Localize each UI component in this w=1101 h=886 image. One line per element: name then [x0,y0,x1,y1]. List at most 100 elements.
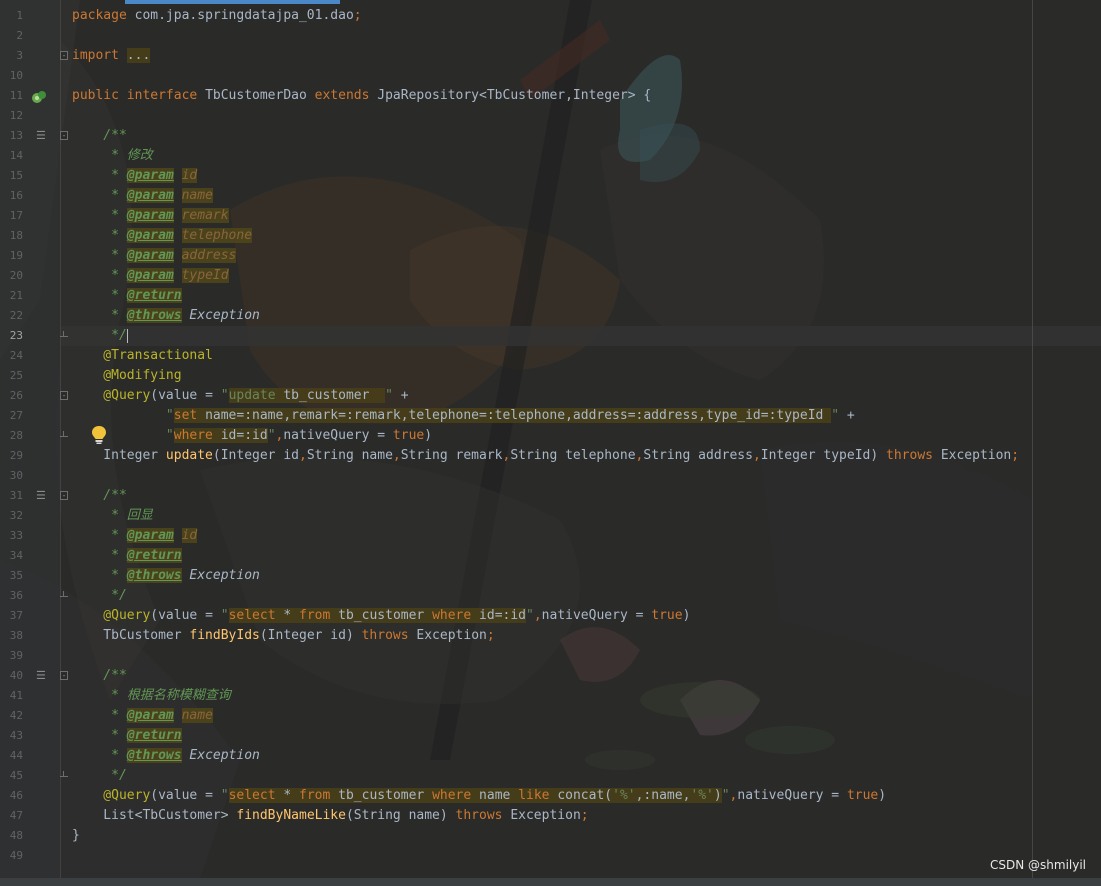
code-text[interactable]: * 回显 [72,506,153,526]
code-text[interactable]: @Query(value = "update tb_customer " + [72,386,409,406]
fold-end-marker-icon[interactable] [60,591,68,600]
code-line[interactable]: 11 public interface TbCustomerDao extends… [0,86,1101,106]
code-text[interactable]: Integer update(Integer id,String name,St… [72,446,1019,466]
code-line[interactable]: 40 ☰ - /** [0,666,1101,686]
code-line[interactable]: 13 ☰ - /** [0,126,1101,146]
code-text[interactable]: * @return [72,546,182,566]
fold-end-marker-icon[interactable] [60,771,68,780]
code-text[interactable]: * 修改 [72,146,153,166]
code-line[interactable]: 38 TbCustomer findByIds(Integer id) thro… [0,626,1101,646]
code-text[interactable]: * @param name [72,706,213,726]
code-text[interactable]: * @param telephone [72,226,253,246]
code-text[interactable]: /** [72,666,127,686]
code-line[interactable]: 22 * @throws Exception [0,306,1101,326]
code-text[interactable]: * @param typeId [72,266,229,286]
code-text[interactable]: /** [72,486,127,506]
code-line[interactable]: 20 * @param typeId [0,266,1101,286]
render-doc-icon[interactable]: ☰ [36,486,46,506]
intention-bulb-icon[interactable] [91,425,107,445]
code-line[interactable]: 18 * @param telephone [0,226,1101,246]
code-line[interactable]: 47 List<TbCustomer> findByNameLike(Strin… [0,806,1101,826]
code-text[interactable]: * @param name [72,186,213,206]
code-line[interactable]: 19 * @param address [0,246,1101,266]
code-text[interactable]: List<TbCustomer> findByNameLike(String n… [72,806,588,826]
code-text[interactable]: */ [72,766,127,786]
code-line[interactable]: 43 * @return [0,726,1101,746]
code-line[interactable]: 44 * @throws Exception [0,746,1101,766]
code-line[interactable]: 41 * 根据名称模糊查询 [0,686,1101,706]
code-line[interactable]: 49 [0,846,1101,866]
code-line[interactable]: 26- @Query(value = "update tb_customer "… [0,386,1101,406]
code-text[interactable]: * @param id [72,166,198,186]
code-line[interactable]: 16 * @param name [0,186,1101,206]
code-text[interactable]: * @param address [72,246,237,266]
fold-marker-icon[interactable]: - [60,491,68,500]
code-text[interactable]: * @return [72,726,182,746]
code-line[interactable]: 42 * @param name [0,706,1101,726]
code-line[interactable]: 32 * 回显 [0,506,1101,526]
fold-end-marker-icon[interactable] [60,431,68,440]
fold-marker-icon[interactable]: - [60,391,68,400]
code-line[interactable]: 1 package com.jpa.springdatajpa_01.dao; [0,6,1101,26]
code-line[interactable]: 45 */ [0,766,1101,786]
code-line[interactable]: 24 @Transactional [0,346,1101,366]
code-text[interactable]: } [72,826,80,846]
spring-bean-icon[interactable] [31,89,47,105]
code-line[interactable]: 48} [0,826,1101,846]
code-token: remark [181,208,229,223]
code-editor[interactable]: 1 package com.jpa.springdatajpa_01.dao; 2 3… [0,0,1101,886]
code-line[interactable]: 15 * @param id [0,166,1101,186]
code-token: } [72,828,80,843]
fold-end-marker-icon[interactable] [60,331,68,340]
code-text[interactable]: @Transactional [72,346,213,366]
code-text[interactable]: */ [72,586,127,606]
code-line[interactable]: 30 [0,466,1101,486]
editor-scroll-indicator[interactable] [125,0,340,4]
code-line[interactable]: 35 * @throws Exception [0,566,1101,586]
code-text[interactable]: "where id=:id",nativeQuery = true) [72,426,432,446]
code-line[interactable]: 34 * @return [0,546,1101,566]
code-text[interactable]: @Modifying [72,366,181,386]
fold-marker-icon[interactable]: - [60,671,68,680]
code-line[interactable]: 31 ☰ - /** [0,486,1101,506]
code-text[interactable]: public interface TbCustomerDao extends J… [72,86,651,106]
fold-marker-icon[interactable]: - [60,131,68,140]
code-text[interactable]: "set name=:name,remark=:remark,telephone… [72,406,855,426]
code-text[interactable]: @Query(value = "select * from tb_custome… [72,606,690,626]
code-line[interactable]: 36 */ [0,586,1101,606]
code-line[interactable]: 12 [0,106,1101,126]
code-text[interactable]: * @throws Exception [72,746,260,766]
render-doc-icon[interactable]: ☰ [36,666,46,686]
code-text[interactable]: /** [72,126,127,146]
editor-bottom-scrollbar[interactable] [0,878,1101,886]
code-text[interactable]: * 根据名称模糊查询 [72,686,231,706]
code-line[interactable]: 25 @Modifying [0,366,1101,386]
code-text[interactable]: * @param id [72,526,198,546]
code-text[interactable]: * @throws Exception [72,306,260,326]
code-text[interactable]: @Query(value = "select * from tb_custome… [72,786,886,806]
code-line[interactable]: 33 * @param id [0,526,1101,546]
code-text[interactable]: * @param remark [72,206,229,226]
code-line[interactable]: 29 Integer update(Integer id,String name… [0,446,1101,466]
code-line[interactable]: 17 * @param remark [0,206,1101,226]
code-text[interactable]: * @throws Exception [72,566,260,586]
code-token: typeId [181,268,229,283]
code-text[interactable]: */ [72,326,128,346]
code-line[interactable]: 37 @Query(value = "select * from tb_cust… [0,606,1101,626]
code-line[interactable]: 10 [0,66,1101,86]
fold-marker-icon[interactable]: - [60,51,68,60]
code-text[interactable]: package com.jpa.springdatajpa_01.dao; [72,6,362,26]
code-line[interactable]: 28 "where id=:id",nativeQuery = true) [0,426,1101,446]
code-text[interactable]: TbCustomer findByIds(Integer id) throws … [72,626,494,646]
code-line[interactable]: 21 * @return [0,286,1101,306]
code-line[interactable]: 3 - import ... [0,46,1101,66]
code-line[interactable]: 23 */ [0,326,1101,346]
code-line[interactable]: 14 * 修改 [0,146,1101,166]
code-line[interactable]: 39 [0,646,1101,666]
code-text[interactable]: * @return [72,286,182,306]
code-line[interactable]: 27 "set name=:name,remark=:remark,teleph… [0,406,1101,426]
code-text[interactable]: import ... [72,46,151,66]
code-line[interactable]: 46 @Query(value = "select * from tb_cust… [0,786,1101,806]
render-doc-icon[interactable]: ☰ [36,126,46,146]
code-line[interactable]: 2 [0,26,1101,46]
